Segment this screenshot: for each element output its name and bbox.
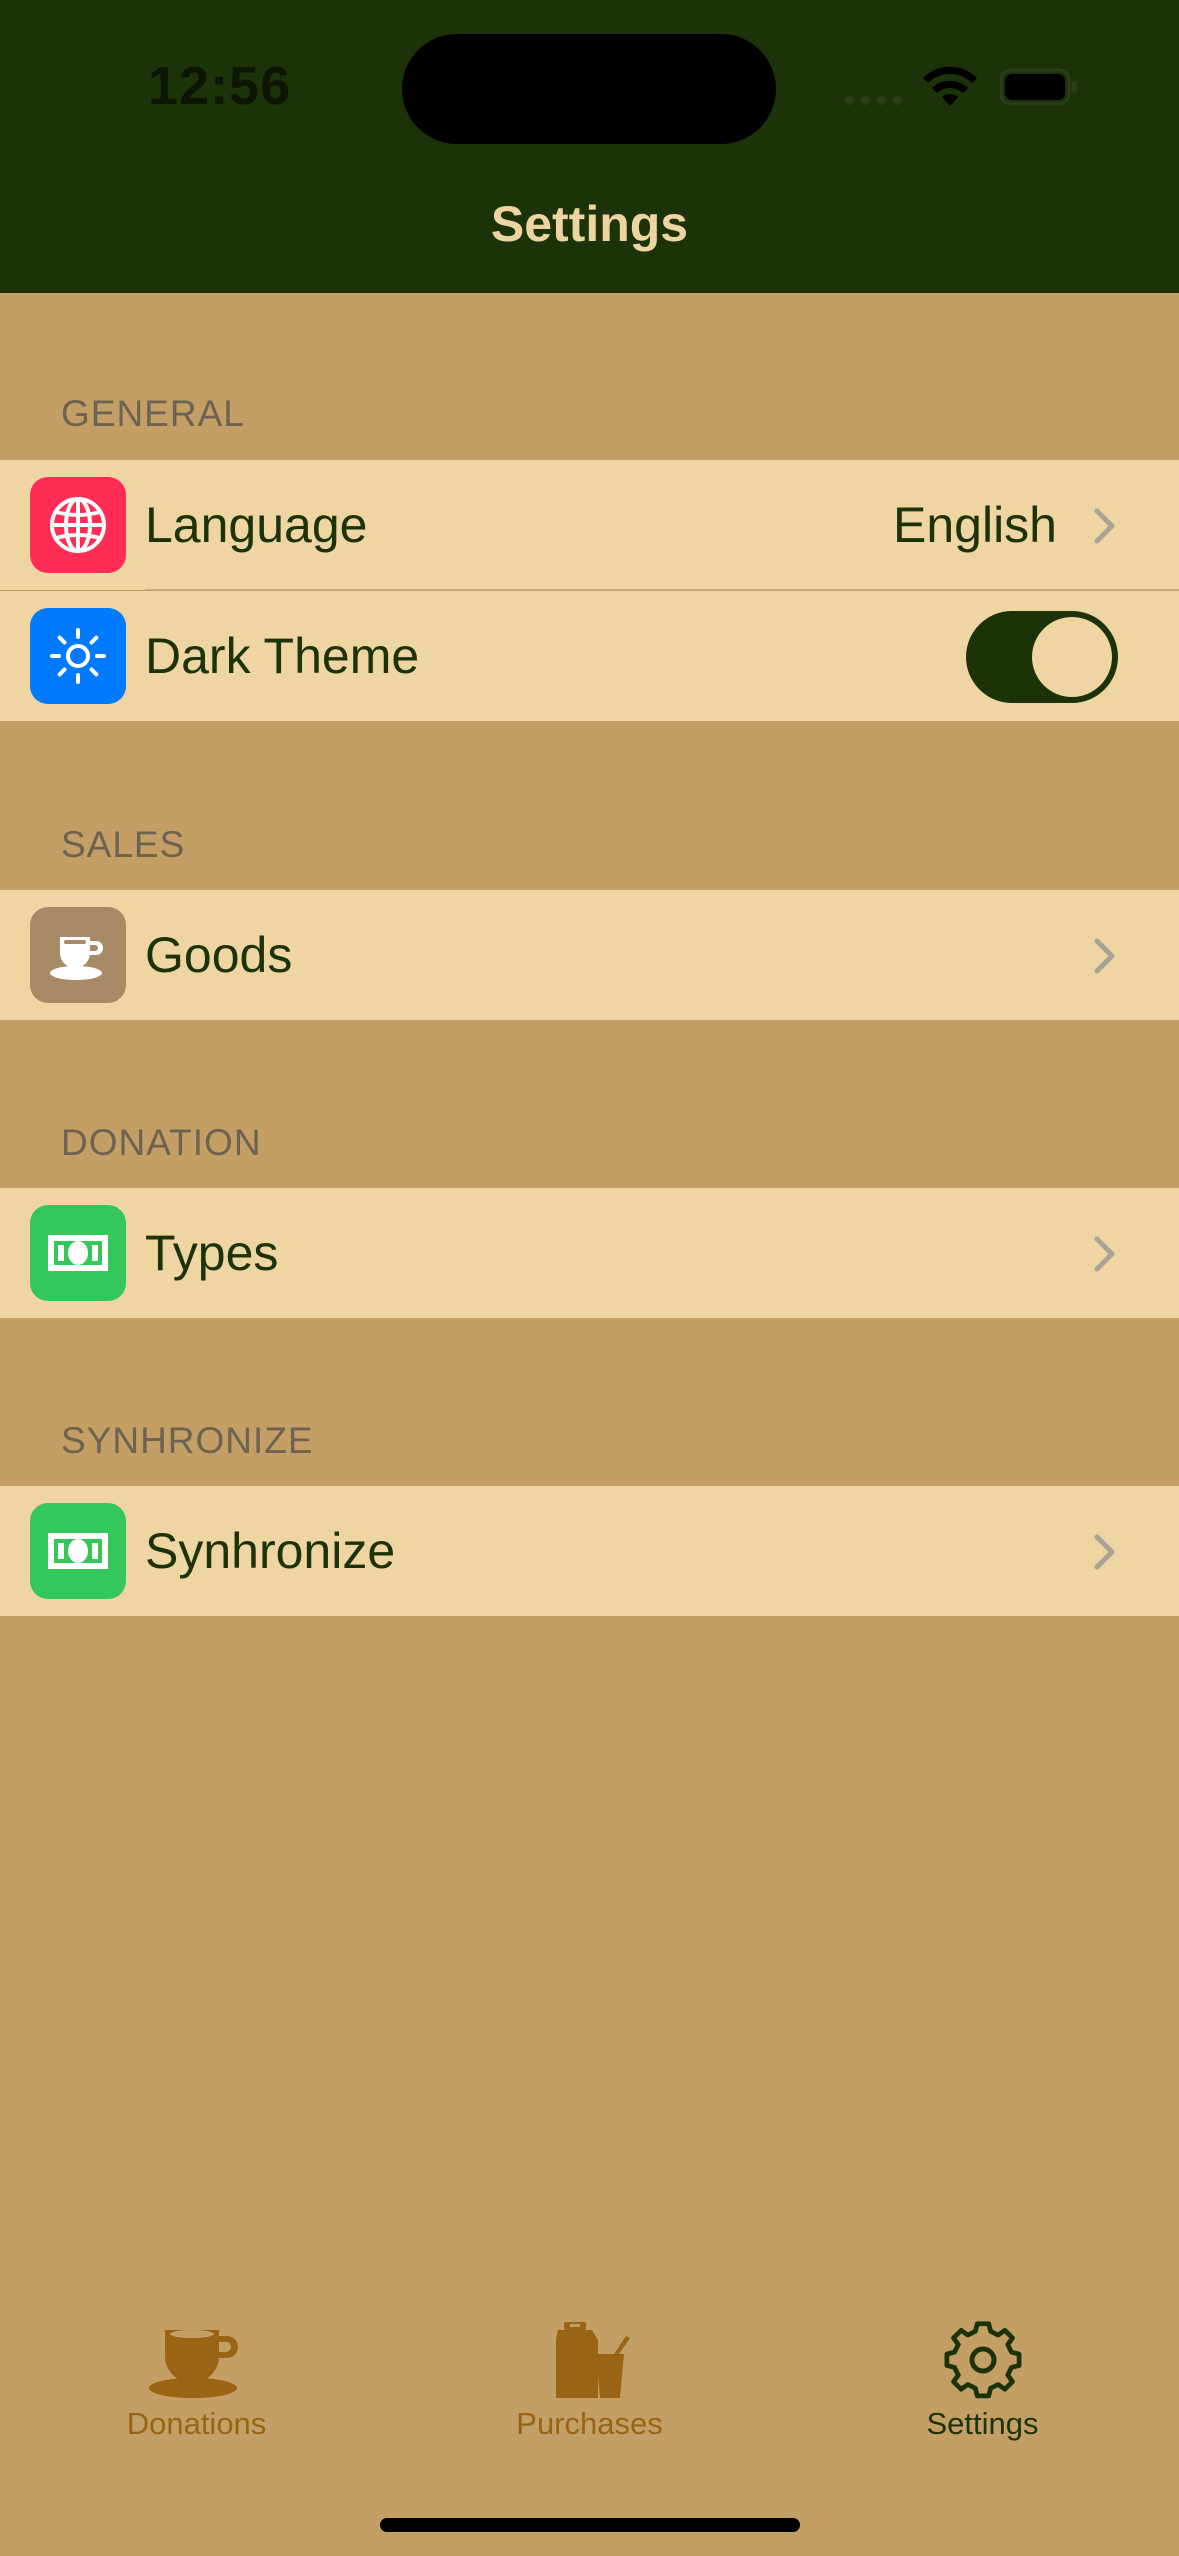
tab-label: Settings — [926, 2406, 1039, 2441]
cup-icon — [148, 2330, 238, 2398]
language-row[interactable]: Language English — [0, 460, 1179, 590]
globe-icon — [30, 477, 126, 573]
dynamic-island — [402, 34, 776, 144]
dark-theme-row: Dark Theme — [0, 591, 1179, 721]
section-header-general: GENERAL — [61, 393, 245, 434]
types-row[interactable]: Types — [0, 1188, 1179, 1318]
wifi-icon — [923, 66, 977, 106]
battery-icon — [1000, 68, 1077, 106]
goods-row[interactable]: Goods — [0, 890, 1179, 1020]
banknote-icon — [30, 1503, 126, 1599]
section-header-sales: SALES — [61, 824, 186, 865]
tab-purchases[interactable]: Purchases — [393, 2320, 786, 2442]
home-indicator[interactable] — [380, 2518, 800, 2532]
section-header-donation: DONATION — [61, 1122, 262, 1163]
dark-theme-label: Dark Theme — [145, 628, 420, 684]
chevron-right-icon — [1094, 1534, 1115, 1570]
goods-label: Goods — [145, 927, 293, 983]
tab-settings[interactable]: Settings — [786, 2320, 1179, 2442]
toggle-knob — [1032, 617, 1112, 697]
chevron-right-icon — [1094, 938, 1115, 974]
language-value: English — [893, 497, 1057, 553]
synhronize-row[interactable]: Synhronize — [0, 1486, 1179, 1616]
tab-label: Purchases — [516, 2406, 663, 2441]
cellular-signal-icon — [845, 96, 902, 105]
sun-icon — [30, 608, 126, 704]
status-time: 12:56 — [148, 56, 292, 116]
chevron-right-icon — [1094, 1236, 1115, 1272]
language-label: Language — [145, 497, 368, 553]
banknote-icon — [30, 1205, 126, 1301]
dark-theme-toggle[interactable] — [966, 611, 1118, 703]
section-header-synhronize: SYNHRONIZE — [61, 1420, 314, 1461]
types-label: Types — [145, 1225, 279, 1281]
tab-label: Donations — [126, 2406, 267, 2441]
bag-cup-icon — [555, 2322, 630, 2398]
chevron-right-icon — [1094, 508, 1115, 544]
gear-icon — [944, 2321, 1021, 2399]
divider — [145, 589, 1179, 590]
tab-donations[interactable]: Donations — [0, 2320, 393, 2442]
synhronize-label: Synhronize — [145, 1523, 396, 1579]
navigation-header: 12:56 Settings — [0, 0, 1179, 293]
page-title: Settings — [490, 196, 689, 252]
cup-icon — [30, 907, 126, 1003]
